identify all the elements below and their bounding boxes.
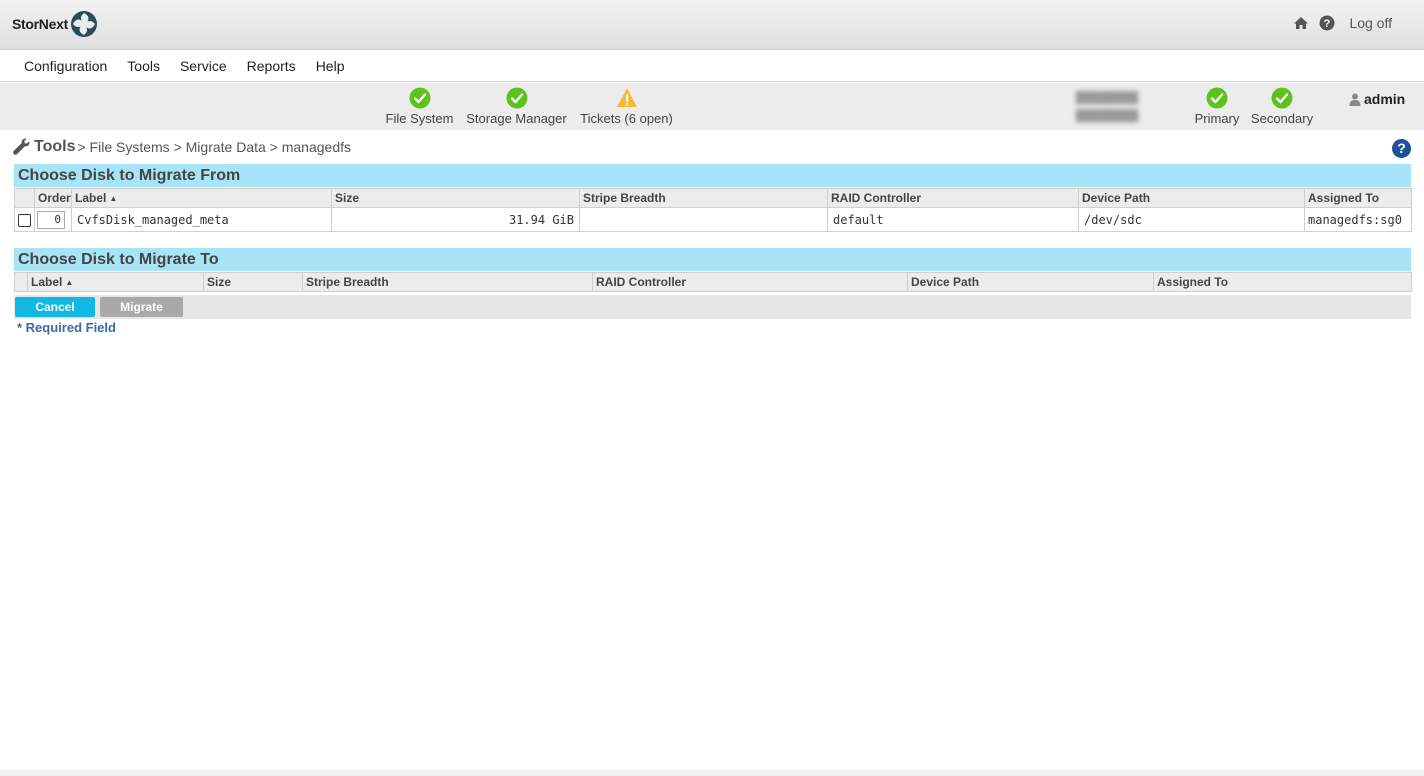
menu-tools[interactable]: Tools xyxy=(117,58,170,74)
home-icon[interactable] xyxy=(1293,15,1309,31)
column-header-stripe-breadth[interactable]: Stripe Breadth xyxy=(302,272,593,292)
username: admin xyxy=(1364,91,1406,107)
raid-controller-cell: default xyxy=(827,207,1079,232)
menu-configuration[interactable]: Configuration xyxy=(14,58,117,74)
status-storage-manager[interactable]: Storage Manager xyxy=(463,87,570,126)
column-header-device-path[interactable]: Device Path xyxy=(1078,188,1305,208)
status-label: Secondary xyxy=(1250,111,1314,126)
menu-service[interactable]: Service xyxy=(170,58,237,74)
device-path-cell: /dev/sdc xyxy=(1078,207,1305,232)
stripe-breadth-cell xyxy=(579,207,828,232)
column-header-order: Order xyxy=(34,188,72,208)
menu-help[interactable]: Help xyxy=(306,58,355,74)
order-input[interactable] xyxy=(37,210,65,229)
column-header-raid-controller[interactable]: RAID Controller xyxy=(592,272,908,292)
migrate-from-title: Choose Disk to Migrate From xyxy=(14,164,1411,187)
table-header-row: Order Label ▲ Size Stripe Breadth RAID Co… xyxy=(14,188,1412,208)
size-cell: 31.94 GiB xyxy=(331,207,580,232)
column-header-label[interactable]: Label ▲ xyxy=(71,188,332,208)
bottom-strip xyxy=(0,770,1424,776)
cancel-button[interactable]: Cancel xyxy=(15,297,95,317)
order-cell xyxy=(34,207,72,232)
column-header-device-path[interactable]: Device Path xyxy=(907,272,1154,292)
required-field-note: * Required Field xyxy=(17,320,116,335)
check-circle-icon xyxy=(409,87,430,109)
user-icon xyxy=(1349,93,1361,106)
check-circle-icon xyxy=(1206,87,1228,109)
status-bar: File System Storage Manager Tickets (6 o… xyxy=(0,83,1424,130)
breadcrumb-root[interactable]: Tools xyxy=(34,138,75,156)
column-header-label[interactable]: Label ▲ xyxy=(27,272,204,292)
status-label: Tickets (6 open) xyxy=(580,111,673,126)
table-row[interactable]: CvfsDisk_managed_meta 31.94 GiB default … xyxy=(14,207,1412,232)
status-label: Storage Manager xyxy=(466,111,567,126)
status-tickets[interactable]: Tickets (6 open) xyxy=(577,87,676,126)
select-column-header xyxy=(14,188,35,208)
logoff-link[interactable]: Log off xyxy=(1349,15,1392,31)
wrench-icon xyxy=(13,138,30,155)
help-circle-icon[interactable]: ? xyxy=(1319,15,1335,31)
migrate-to-table: Label ▲ Size Stripe Breadth RAID Controll… xyxy=(14,272,1412,292)
check-circle-icon xyxy=(506,87,527,109)
svg-text:?: ? xyxy=(1324,18,1331,30)
logo-text: StorNext xyxy=(12,16,68,32)
migrate-to-title: Choose Disk to Migrate To xyxy=(14,248,1411,271)
breadcrumb: Tools > File Systems > Migrate Data > ma… xyxy=(12,137,351,157)
page-help-icon[interactable]: ? xyxy=(1392,139,1411,158)
top-right-controls: ? Log off xyxy=(1293,15,1392,31)
select-column-header xyxy=(14,272,28,292)
check-circle-icon xyxy=(1271,87,1293,109)
column-header-raid-controller[interactable]: RAID Controller xyxy=(827,188,1079,208)
sort-ascending-icon: ▲ xyxy=(109,194,118,203)
column-header-assigned-to[interactable]: Assigned To xyxy=(1153,272,1412,292)
menu-reports[interactable]: Reports xyxy=(237,58,306,74)
server-info-redacted: ████████ ████████ xyxy=(1075,92,1139,122)
main-menu: Configuration Tools Service Reports Help xyxy=(0,50,1424,82)
warning-triangle-icon xyxy=(616,88,637,107)
column-header-size[interactable]: Size xyxy=(331,188,580,208)
user-menu[interactable]: admin xyxy=(1349,91,1405,107)
stornext-logo[interactable]: StorNext xyxy=(12,10,98,38)
row-checkbox[interactable] xyxy=(18,213,31,227)
column-header-assigned-to[interactable]: Assigned To xyxy=(1304,188,1412,208)
migrate-button[interactable]: Migrate xyxy=(100,297,183,317)
logo-mark-icon xyxy=(70,11,97,37)
top-bar: StorNext ? Log off xyxy=(0,0,1424,50)
breadcrumb-path: > File Systems > Migrate Data > managedf… xyxy=(77,139,351,155)
column-header-size[interactable]: Size xyxy=(203,272,303,292)
status-label: Primary xyxy=(1194,111,1240,126)
assigned-to-cell: managedfs:sg0 xyxy=(1304,207,1412,232)
status-primary[interactable]: Primary xyxy=(1192,87,1242,126)
table-header-row: Label ▲ Size Stripe Breadth RAID Controll… xyxy=(14,272,1412,292)
column-header-stripe-breadth[interactable]: Stripe Breadth xyxy=(579,188,828,208)
migrate-from-table: Order Label ▲ Size Stripe Breadth RAID Co… xyxy=(14,188,1412,232)
status-label: File System xyxy=(385,111,454,126)
status-file-system[interactable]: File System xyxy=(383,87,456,126)
row-select-cell xyxy=(14,207,35,232)
status-secondary[interactable]: Secondary xyxy=(1248,87,1316,126)
label-cell: CvfsDisk_managed_meta xyxy=(71,207,332,232)
sort-ascending-icon: ▲ xyxy=(65,278,74,287)
action-bar: Cancel Migrate xyxy=(14,295,1411,319)
